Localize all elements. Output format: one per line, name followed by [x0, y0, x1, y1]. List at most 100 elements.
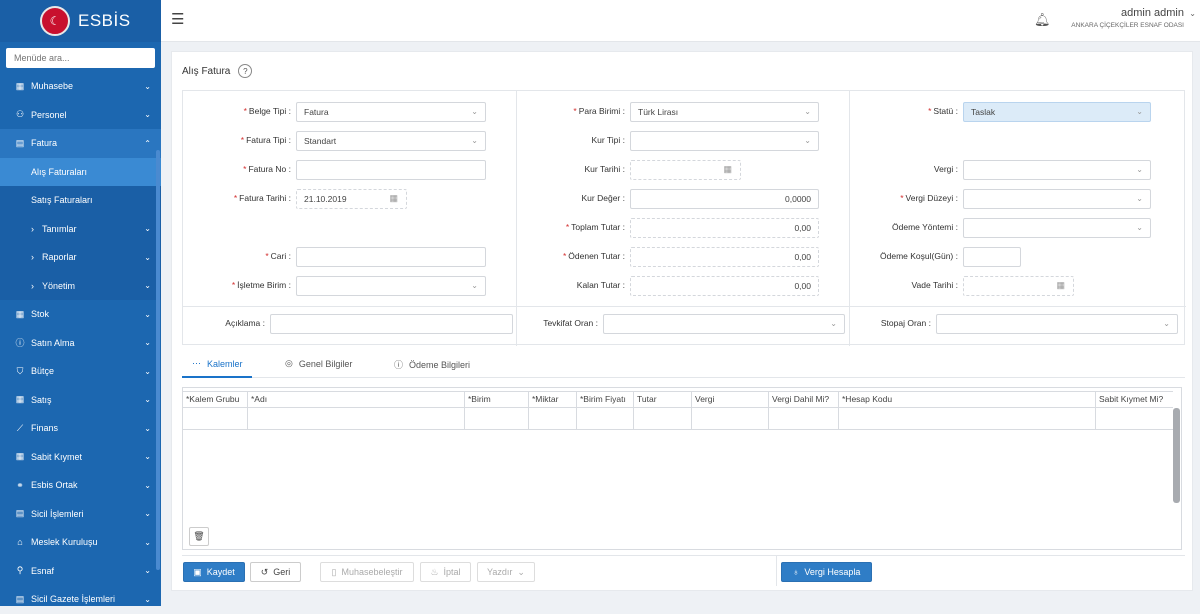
- isletme-birim-select[interactable]: ⌄: [296, 276, 486, 296]
- bell-icon[interactable]: 🔔︎: [1034, 12, 1051, 28]
- odeme-yontemi-select[interactable]: ⌄: [963, 218, 1151, 238]
- sidebar-item-satis[interactable]: ▦ Satış ⌄: [0, 386, 161, 415]
- grid-cell[interactable]: [529, 408, 577, 429]
- sidebar-item-tanimlar[interactable]: › Tanımlar ⌄: [0, 215, 161, 244]
- column-header[interactable]: Vergi: [692, 392, 769, 407]
- sidebar-scrollbar[interactable]: [156, 150, 160, 570]
- kur-tarihi-datepicker[interactable]: ▦: [630, 160, 741, 180]
- grid-cell[interactable]: [839, 408, 1096, 429]
- column-header[interactable]: *Adı: [248, 392, 465, 407]
- belge-tipi-select[interactable]: Fatura ⌄: [296, 102, 486, 122]
- logo[interactable]: ☾ ESBİS: [0, 0, 161, 42]
- grid-cell[interactable]: [692, 408, 769, 429]
- sidebar-item-yonetim[interactable]: › Yönetim ⌄: [0, 272, 161, 301]
- tevkifat-oran-select[interactable]: ⌄: [603, 314, 845, 334]
- sidebar-item-satin-alma[interactable]: ⓘ Satın Alma ⌄: [0, 329, 161, 358]
- aciklama-input[interactable]: [270, 314, 513, 334]
- fatura-tarihi-datepicker[interactable]: 21.10.2019 ▦: [296, 189, 407, 209]
- chevron-right-icon: ›: [31, 280, 34, 291]
- user-menu[interactable]: admin admin ANKARA ÇİÇEKÇİLER ESNAF ODAS…: [1071, 7, 1196, 29]
- sidebar-item-finans[interactable]: ⟋ Finans ⌄: [0, 414, 161, 443]
- menu-toggle-icon[interactable]: ☰: [171, 10, 184, 28]
- kalan-tutar-input[interactable]: 0,00: [630, 276, 819, 296]
- para-birimi-label: * Para Birimi :: [573, 106, 625, 116]
- post-accounting-button[interactable]: ▯ Muhasebeleştir: [320, 562, 414, 582]
- shield-icon: ⛉: [16, 365, 24, 376]
- stopaj-oran-select[interactable]: ⌄: [936, 314, 1178, 334]
- grid-cell[interactable]: [769, 408, 839, 429]
- cancel-button[interactable]: ♨ İptal: [420, 562, 471, 582]
- chevron-down-icon: ⌄: [144, 423, 151, 433]
- sidebar: ☾ ESBİS ▦ Muhasebe ⌄ ⚇ Personel ⌄ ▤ Fatu…: [0, 0, 161, 606]
- sidebar-item-stok[interactable]: ▦ Stok ⌄: [0, 300, 161, 329]
- calendar-icon: ▦: [723, 164, 732, 174]
- column-header[interactable]: Sabit Kıymet Mi?: [1096, 392, 1173, 407]
- tab-odeme-bilgileri[interactable]: ⓘ Ödeme Bilgileri: [394, 358, 470, 371]
- save-button[interactable]: ▣ Kaydet: [183, 562, 245, 582]
- button-label: Yazdır: [487, 567, 513, 577]
- crescent-star-icon: ☾: [40, 6, 70, 36]
- sidebar-item-meslek-kurulusu[interactable]: ⌂ Meslek Kuruluşu ⌄: [0, 528, 161, 557]
- column-header[interactable]: Vergi Dahil Mi?: [769, 392, 839, 407]
- column-header[interactable]: *Birim Fiyatı: [577, 392, 634, 407]
- sidebar-item-butce[interactable]: ⛉ Bütçe ⌄: [0, 357, 161, 386]
- grid-cell[interactable]: [634, 408, 692, 429]
- sidebar-item-label: Tanımlar: [42, 223, 77, 234]
- vergi-select[interactable]: ⌄: [963, 160, 1151, 180]
- grid-cell[interactable]: [577, 408, 634, 429]
- fatura-tarihi-label: * Fatura Tarihi :: [233, 193, 291, 203]
- column-header[interactable]: *Kalem Grubu: [183, 392, 248, 407]
- help-icon[interactable]: ?: [238, 64, 253, 78]
- calculate-tax-button[interactable]: ♁ Vergi Hesapla: [781, 562, 872, 582]
- kur-tipi-select[interactable]: ⌄: [630, 131, 819, 151]
- vergi-duzeyi-select[interactable]: ⌄: [963, 189, 1151, 209]
- tab-label: Kalemler: [207, 358, 243, 369]
- sidebar-item-label: Esbis Ortak: [31, 480, 78, 491]
- tab-kalemler[interactable]: ⋯ Kalemler: [192, 358, 243, 369]
- grid-cell[interactable]: [248, 408, 465, 429]
- odeme-kosulu-input[interactable]: [963, 247, 1021, 267]
- toplam-tutar-input[interactable]: 0,00: [630, 218, 819, 238]
- tab-genel-bilgiler[interactable]: ◎ Genel Bilgiler: [285, 358, 352, 369]
- sidebar-item-personel[interactable]: ⚇ Personel ⌄: [0, 101, 161, 130]
- chevron-down-icon: ⌄: [1189, 9, 1196, 18]
- tevkifat-oran-label: Tevkifat Oran :: [543, 318, 598, 328]
- fatura-tipi-select[interactable]: Standart ⌄: [296, 131, 486, 151]
- menu-search-input[interactable]: [6, 48, 155, 68]
- table-row[interactable]: [183, 408, 1173, 430]
- grid-cell[interactable]: [183, 408, 248, 429]
- back-button[interactable]: ↺ Geri: [250, 562, 301, 582]
- print-dropdown-button[interactable]: Yazdır ⌄: [477, 562, 535, 582]
- divider: [183, 306, 1186, 307]
- sidebar-item-sicil-gazete[interactable]: ▤ Sicil Gazete İşlemleri ⌄: [0, 585, 161, 614]
- column-header[interactable]: *Birim: [465, 392, 529, 407]
- kur-deger-input[interactable]: 0,0000: [630, 189, 819, 209]
- sidebar-item-satis-faturalari[interactable]: Satış Faturaları: [0, 186, 161, 215]
- para-birimi-select[interactable]: Türk Lirası ⌄: [630, 102, 819, 122]
- sidebar-item-sabit-kiymet[interactable]: ▦ Sabit Kıymet ⌄: [0, 443, 161, 472]
- sidebar-item-alis-faturalari[interactable]: Alış Faturaları: [0, 157, 161, 186]
- cari-label: * Cari :: [265, 251, 291, 261]
- chevron-down-icon: ⌄: [830, 319, 837, 328]
- sidebar-item-sicil-islemleri[interactable]: ▤ Sicil İşlemleri ⌄: [0, 500, 161, 529]
- column-header[interactable]: Tutar: [634, 392, 692, 407]
- grid-cell[interactable]: [1096, 408, 1173, 429]
- vade-tarihi-datepicker[interactable]: ▦: [963, 276, 1074, 296]
- column-header[interactable]: *Miktar: [529, 392, 577, 407]
- button-label: Vergi Hesapla: [804, 567, 861, 577]
- statu-select[interactable]: Taslak ⌄: [963, 102, 1151, 122]
- cari-input[interactable]: [296, 247, 486, 267]
- sidebar-item-label: Bütçe: [31, 366, 55, 377]
- sidebar-item-esbis-ortak[interactable]: ⚭ Esbis Ortak ⌄: [0, 471, 161, 500]
- sidebar-item-fatura[interactable]: ▤ Fatura ⌃: [0, 129, 161, 158]
- delete-row-button[interactable]: 🗑︎: [189, 527, 209, 546]
- fatura-no-input[interactable]: [296, 160, 486, 180]
- sidebar-item-esnaf[interactable]: ⚲ Esnaf ⌄: [0, 557, 161, 586]
- grid-cell[interactable]: [465, 408, 529, 429]
- chevron-down-icon: ⌄: [1136, 194, 1143, 203]
- sidebar-item-muhasebe[interactable]: ▦ Muhasebe ⌄: [0, 72, 161, 101]
- sidebar-item-raporlar[interactable]: › Raporlar ⌄: [0, 243, 161, 272]
- column-header[interactable]: *Hesap Kodu: [839, 392, 1096, 407]
- grid-scrollbar[interactable]: [1173, 408, 1180, 503]
- odenen-tutar-input[interactable]: 0,00: [630, 247, 819, 267]
